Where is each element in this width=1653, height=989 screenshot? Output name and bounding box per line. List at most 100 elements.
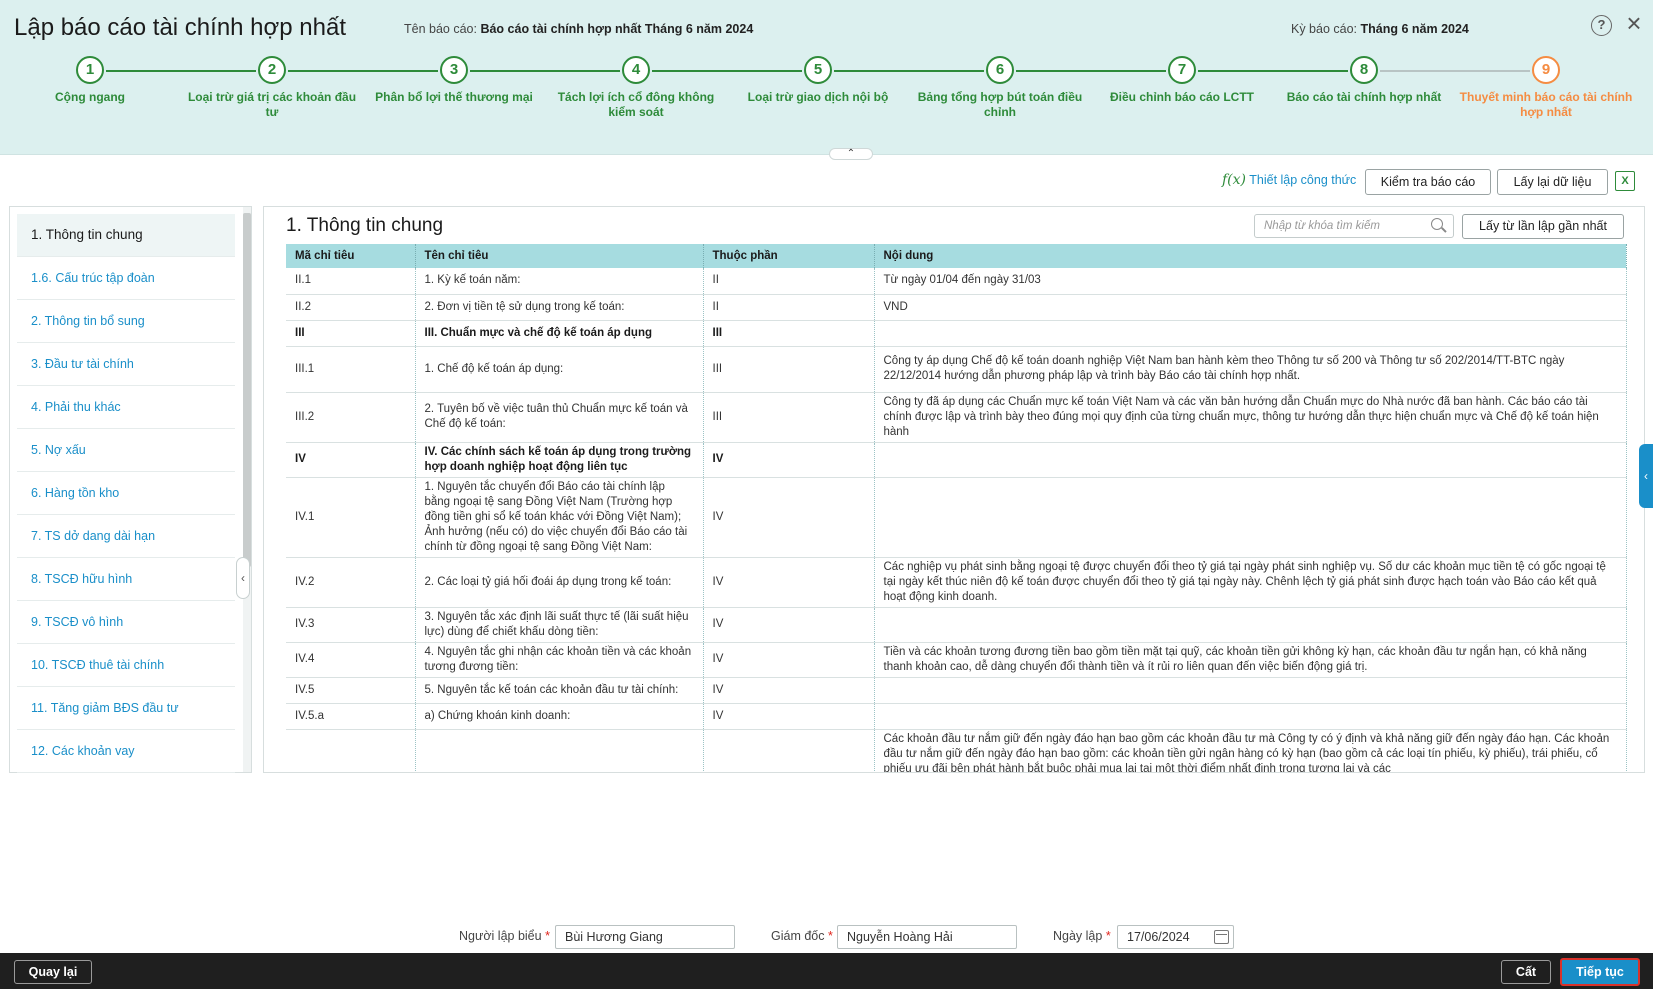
cell-content[interactable]: Tiền và các khoản tương đương tiền bao g… xyxy=(874,642,1627,678)
step-3[interactable]: 3 Phân bổ lợi thế thương mại xyxy=(364,54,544,105)
reload-data-button[interactable]: Lấy lại dữ liệu xyxy=(1497,169,1608,195)
preparer-input[interactable]: Bùi Hương Giang xyxy=(555,925,735,949)
close-icon[interactable]: × xyxy=(1622,10,1646,36)
report-name: Tên báo cáo: Báo cáo tài chính hợp nhất … xyxy=(404,22,753,36)
step-9[interactable]: 9 Thuyết minh báo cáo tài chính hợp nhất xyxy=(1456,54,1636,120)
step-1[interactable]: 1 Cộng ngang xyxy=(0,54,180,105)
table-row[interactable]: III III. Chuẩn mực và chế độ kế toán áp d… xyxy=(286,320,1627,347)
cell-part: II xyxy=(703,268,875,295)
step-number: 7 xyxy=(1168,56,1196,84)
step-5[interactable]: 5 Loại trừ giao dịch nội bộ xyxy=(728,54,908,105)
table-row[interactable]: IV.1 1. Nguyên tắc chuyển đổi Báo cáo tài… xyxy=(286,477,1627,558)
table-row[interactable]: III.2 2. Tuyên bố về việc tuân thủ Chuẩn … xyxy=(286,392,1627,443)
table-row[interactable]: IV.5.a a) Chứng khoán kinh doanh: IV xyxy=(286,703,1627,730)
cell-content[interactable]: Các khoản đầu tư nắm giữ đến ngày đáo hạ… xyxy=(874,729,1627,772)
search-icon[interactable] xyxy=(1431,218,1443,230)
nav-item[interactable]: 12. Các khoản vay xyxy=(17,730,235,773)
step-number: 6 xyxy=(986,56,1014,84)
table-row[interactable]: III.1 1. Chế độ kế toán áp dụng: III Công t… xyxy=(286,346,1627,393)
table-row[interactable]: IV.5 5. Nguyên tắc kế toán các khoản đầu … xyxy=(286,677,1627,704)
cell-code: II.2 xyxy=(286,294,416,321)
cell-code: IV.2 xyxy=(286,557,416,608)
step-6[interactable]: 6 Bảng tổng hợp bút toán điều chỉnh xyxy=(910,54,1090,120)
cell-part: IV xyxy=(703,703,875,730)
cell-part: IV xyxy=(703,442,875,478)
expand-right-panel-button[interactable]: ‹ xyxy=(1639,444,1653,508)
collapse-header-button[interactable]: ⌃ xyxy=(829,148,873,160)
step-number: 4 xyxy=(622,56,650,84)
step-2[interactable]: 2 Loại trừ giá trị các khoản đầu tư xyxy=(182,54,362,120)
cell-content[interactable]: Từ ngày 01/04 đến ngày 31/03 xyxy=(874,268,1627,295)
step-label: Tách lợi ích cổ đông không kiểm soát xyxy=(557,90,715,119)
step-4[interactable]: 4 Tách lợi ích cổ đông không kiểm soát xyxy=(546,54,726,120)
cell-part: III xyxy=(703,320,875,347)
nav-item[interactable]: 3. Đầu tư tài chính xyxy=(17,343,235,386)
cell-part: IV xyxy=(703,557,875,608)
step-number: 1 xyxy=(76,56,104,84)
cell-content[interactable] xyxy=(874,320,1627,347)
table-row[interactable]: II.1 1. Kỳ kế toán năm: II Từ ngày 01/04 đế… xyxy=(286,268,1627,295)
nav-item[interactable]: 8. TSCĐ hữu hình xyxy=(17,558,235,601)
cell-content[interactable] xyxy=(874,477,1627,558)
step-8[interactable]: 8 Báo cáo tài chính hợp nhất xyxy=(1274,54,1454,105)
cell-content[interactable]: Công ty áp dụng Chế độ kế toán doanh ngh… xyxy=(874,346,1627,393)
search-input[interactable]: Nhập từ khóa tìm kiếm xyxy=(1254,214,1454,238)
nav-item[interactable]: 2. Thông tin bổ sung xyxy=(17,300,235,343)
cell-part: III xyxy=(703,346,875,393)
nav-item[interactable]: 11. Tăng giảm BĐS đầu tư xyxy=(17,687,235,730)
step-number: 8 xyxy=(1350,56,1378,84)
nav-scrollbar-thumb[interactable] xyxy=(243,213,251,567)
table-row[interactable]: IV.2 2. Các loại tỷ giá hối đoái áp dụng … xyxy=(286,557,1627,608)
nav-item[interactable]: 4. Phải thu khác xyxy=(17,386,235,429)
cell-content[interactable] xyxy=(874,703,1627,730)
cell-part: IV xyxy=(703,677,875,704)
cell-content[interactable] xyxy=(874,442,1627,478)
cell-content[interactable]: VND xyxy=(874,294,1627,321)
nav-item[interactable]: 7. TS dở dang dài hạn xyxy=(17,515,235,558)
nav-item[interactable]: 1.6. Cấu trúc tập đoàn xyxy=(17,257,235,300)
load-latest-button[interactable]: Lấy từ lần lập gần nhất xyxy=(1462,214,1624,239)
continue-button[interactable]: Tiếp tục xyxy=(1560,958,1640,986)
formula-setup-label: Thiết lập công thức xyxy=(1249,173,1357,187)
save-button[interactable]: Cất xyxy=(1501,960,1551,984)
nav-item[interactable]: 10. TSCĐ thuê tài chính xyxy=(17,644,235,687)
check-report-button[interactable]: Kiểm tra báo cáo xyxy=(1365,169,1491,195)
nav-scrollbar[interactable] xyxy=(243,207,251,772)
table-row[interactable]: IV IV. Các chính sách kế toán áp dụng tro… xyxy=(286,442,1627,478)
cell-name: 2. Đơn vị tiền tệ sử dụng trong kế toán: xyxy=(415,294,704,321)
section-nav-list: 1. Thông tin chung 1.6. Cấu trúc tập đoàn… xyxy=(17,214,235,773)
nav-item[interactable]: 5. Nợ xấu xyxy=(17,429,235,472)
table-row[interactable]: II.2 2. Đơn vị tiền tệ sử dụng trong kế t… xyxy=(286,294,1627,321)
stepper: 1 Cộng ngang 2 Loại trừ giá trị các khoản đ… xyxy=(0,54,1653,134)
column-header-part[interactable]: Thuộc phần xyxy=(703,244,875,268)
cell-content[interactable] xyxy=(874,677,1627,704)
formula-setup-link[interactable]: f(x) Thiết lập công thức xyxy=(1222,172,1356,198)
column-header-code[interactable]: Mã chỉ tiêu xyxy=(286,244,416,268)
cell-content[interactable] xyxy=(874,607,1627,643)
cell-name: 1. Kỳ kế toán năm: xyxy=(415,268,704,295)
cell-part: IV xyxy=(703,642,875,678)
director-input[interactable]: Nguyễn Hoàng Hải xyxy=(837,925,1017,949)
table-row[interactable]: Các khoản đầu tư nắm giữ đến ngày đáo hạ… xyxy=(286,729,1627,772)
cell-name: IV. Các chính sách kế toán áp dụng trong… xyxy=(415,442,704,478)
cell-part xyxy=(703,729,875,772)
question-circle-icon[interactable]: ? xyxy=(1591,15,1612,36)
nav-item[interactable]: 1. Thông tin chung xyxy=(17,214,235,257)
back-button[interactable]: Quay lại xyxy=(14,960,92,984)
cell-content[interactable]: Công ty đã áp dụng các Chuẩn mực kế toán… xyxy=(874,392,1627,443)
nav-item[interactable]: 9. TSCĐ vô hình xyxy=(17,601,235,644)
table-row[interactable]: IV.3 3. Nguyên tắc xác định lãi suất thực… xyxy=(286,607,1627,643)
collapse-sidebar-button[interactable]: ‹ xyxy=(236,557,250,599)
excel-export-icon[interactable]: X xyxy=(1615,171,1635,191)
cell-content[interactable]: Các nghiệp vụ phát sinh bằng ngoại tệ đư… xyxy=(874,557,1627,608)
nav-item[interactable]: 6. Hàng tồn kho xyxy=(17,472,235,515)
column-header-content[interactable]: Nội dung xyxy=(874,244,1627,268)
cell-part: IV xyxy=(703,477,875,558)
table-row[interactable]: IV.4 4. Nguyên tắc ghi nhận các khoản tiề… xyxy=(286,642,1627,678)
step-number: 9 xyxy=(1532,56,1560,84)
cell-name: 1. Nguyên tắc chuyển đổi Báo cáo tài chí… xyxy=(415,477,704,558)
step-label: Phân bổ lợi thế thương mại xyxy=(375,90,533,104)
step-7[interactable]: 7 Điều chỉnh báo cáo LCTT xyxy=(1092,54,1272,105)
calendar-icon[interactable] xyxy=(1214,930,1229,944)
column-header-name[interactable]: Tên chỉ tiêu xyxy=(415,244,704,268)
